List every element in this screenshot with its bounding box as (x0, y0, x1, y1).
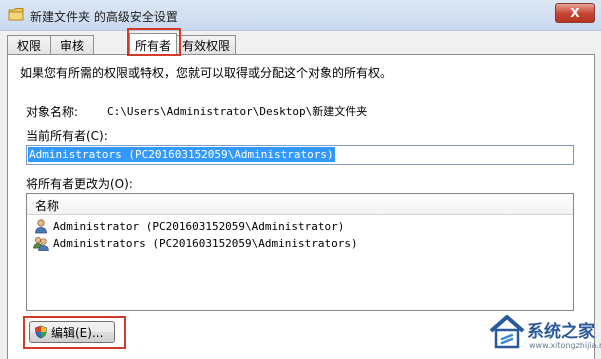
current-owner-field[interactable]: Administrators (PC201603152059\Administr… (26, 145, 574, 165)
tab-permissions[interactable]: 权限 (7, 35, 51, 54)
watermark-logo-icon (489, 315, 525, 349)
change-owner-label: 将所有者更改为(O): (26, 177, 133, 191)
security-settings-window: 新建文件夹 的高级安全设置 X 权限 审核 所有者 有效权限 如果您有所需的权限… (0, 0, 601, 359)
window-title: 新建文件夹 的高级安全设置 (30, 10, 178, 24)
owner-candidates-list[interactable]: 名称 Administrator (PC201603152059\Adminis… (26, 193, 574, 311)
title-bar: 新建文件夹 的高级安全设置 X (0, 0, 601, 31)
close-icon: X (570, 6, 580, 20)
list-item-name: Administrator (PC201603152059\Administra… (53, 219, 345, 233)
watermark-url: www.xitongzhijia.net (529, 341, 601, 350)
current-owner-label: 当前所有者(C): (26, 129, 108, 143)
edit-button[interactable]: 编辑(E)... (29, 321, 115, 343)
single-user-icon (35, 219, 47, 234)
tab-label: 权限 (16, 38, 41, 53)
tab-label: 所有者 (134, 38, 171, 53)
column-name-header: 名称 (35, 199, 60, 213)
edit-button-label: 编辑(E)... (51, 325, 104, 340)
object-name-label: 对象名称: (26, 105, 79, 119)
tab-owner[interactable]: 所有者 (129, 33, 177, 56)
list-header[interactable]: 名称 (27, 194, 573, 215)
tab-label: 有效权限 (181, 38, 230, 53)
watermark-text: 系统之家 (527, 322, 595, 342)
object-name-value: C:\Users\Administrator\Desktop\新建文件夹 (107, 105, 368, 118)
shield-icon (35, 325, 47, 339)
group-users-icon (33, 237, 49, 251)
site-watermark: 系统之家 www.xitongzhijia.net (485, 307, 601, 357)
list-item[interactable]: Administrators (PC201603152059\Administr… (33, 234, 358, 252)
close-button[interactable]: X (555, 3, 595, 23)
tab-label: 审核 (59, 38, 84, 53)
tab-effective-permissions[interactable]: 有效权限 (176, 35, 236, 54)
list-item[interactable]: Administrator (PC201603152059\Administra… (33, 217, 344, 235)
list-item-name: Administrators (PC201603152059\Administr… (53, 236, 358, 250)
instruction-text: 如果您有所需的权限或特权，您就可以取得或分配这个对象的所有权。 (20, 66, 393, 80)
current-owner-value: Administrators (PC201603152059\Administr… (28, 147, 335, 162)
folder-icon (8, 8, 24, 21)
tab-auditing[interactable]: 审核 (50, 35, 94, 54)
